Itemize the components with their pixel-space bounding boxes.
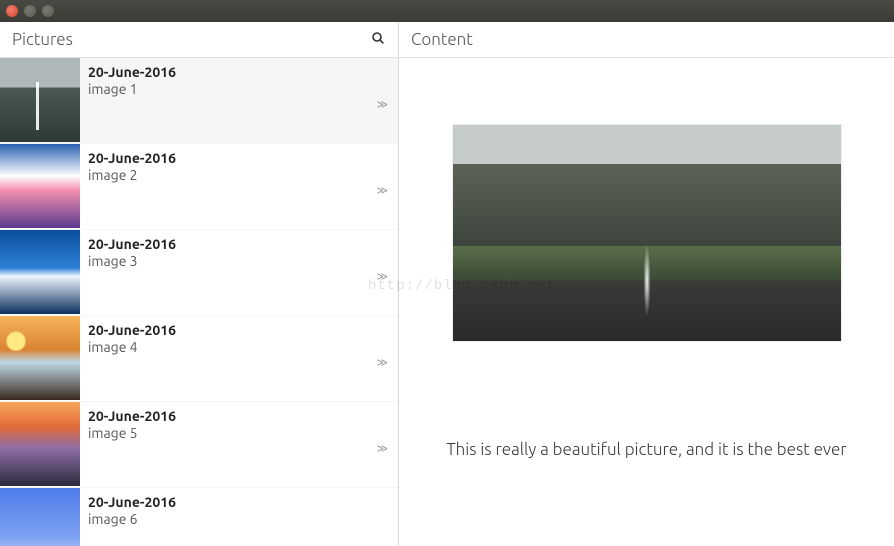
list-item-name: image 1 bbox=[88, 81, 390, 97]
list-item-date: 20-June-2016 bbox=[88, 150, 390, 166]
content-body: This is really a beautiful picture, and … bbox=[399, 58, 894, 546]
thumbnail-image bbox=[0, 230, 80, 314]
chevron-right-icon: ≫ bbox=[376, 270, 388, 283]
list-item[interactable]: 20-June-2016 image 1 ≫ bbox=[0, 58, 398, 144]
list-item-text: 20-June-2016 image 1 bbox=[80, 58, 398, 143]
pictures-pane: Pictures 20-June-2016 image 1 ≫ bbox=[0, 22, 399, 546]
list-item-text: 20-June-2016 image 5 bbox=[80, 402, 398, 487]
list-item-date: 20-June-2016 bbox=[88, 494, 390, 510]
list-item-text: 20-June-2016 image 6 bbox=[80, 488, 398, 546]
list-item-text: 20-June-2016 image 4 bbox=[80, 316, 398, 401]
list-item-name: image 6 bbox=[88, 511, 390, 527]
image-caption: This is really a beautiful picture, and … bbox=[446, 440, 846, 459]
list-item-text: 20-June-2016 image 2 bbox=[80, 144, 398, 229]
content-title: Content bbox=[411, 30, 473, 49]
list-item-name: image 4 bbox=[88, 339, 390, 355]
thumbnail-image bbox=[0, 402, 80, 486]
app-body: Pictures 20-June-2016 image 1 ≫ bbox=[0, 22, 894, 546]
chevron-right-icon: ≫ bbox=[376, 442, 388, 455]
list-item-name: image 3 bbox=[88, 253, 390, 269]
pictures-header: Pictures bbox=[0, 22, 398, 58]
window-maximize-button[interactable] bbox=[42, 5, 54, 17]
list-item[interactable]: 20-June-2016 image 6 bbox=[0, 488, 398, 546]
detail-image bbox=[452, 124, 842, 342]
list-item-name: image 5 bbox=[88, 425, 390, 441]
list-item[interactable]: 20-June-2016 image 3 ≫ bbox=[0, 230, 398, 316]
thumbnail-image bbox=[0, 58, 80, 142]
chevron-right-icon: ≫ bbox=[376, 184, 388, 197]
window-titlebar bbox=[0, 0, 894, 22]
list-item-date: 20-June-2016 bbox=[88, 64, 390, 80]
list-item[interactable]: 20-June-2016 image 2 ≫ bbox=[0, 144, 398, 230]
list-item-date: 20-June-2016 bbox=[88, 236, 390, 252]
chevron-right-icon: ≫ bbox=[376, 356, 388, 369]
list-item-name: image 2 bbox=[88, 167, 390, 183]
thumbnail-image bbox=[0, 316, 80, 400]
chevron-right-icon: ≫ bbox=[376, 98, 388, 111]
list-item[interactable]: 20-June-2016 image 5 ≫ bbox=[0, 402, 398, 488]
search-icon[interactable] bbox=[370, 30, 386, 50]
content-pane: Content This is really a beautiful pictu… bbox=[399, 22, 894, 546]
window-close-button[interactable] bbox=[6, 5, 18, 17]
pictures-list[interactable]: 20-June-2016 image 1 ≫ 20-June-2016 imag… bbox=[0, 58, 398, 546]
list-item-text: 20-June-2016 image 3 bbox=[80, 230, 398, 315]
list-item-date: 20-June-2016 bbox=[88, 322, 390, 338]
pictures-title: Pictures bbox=[12, 30, 73, 49]
window-minimize-button[interactable] bbox=[24, 5, 36, 17]
thumbnail-image bbox=[0, 144, 80, 228]
content-header: Content bbox=[399, 22, 894, 58]
list-item[interactable]: 20-June-2016 image 4 ≫ bbox=[0, 316, 398, 402]
list-item-date: 20-June-2016 bbox=[88, 408, 390, 424]
thumbnail-image bbox=[0, 488, 80, 546]
